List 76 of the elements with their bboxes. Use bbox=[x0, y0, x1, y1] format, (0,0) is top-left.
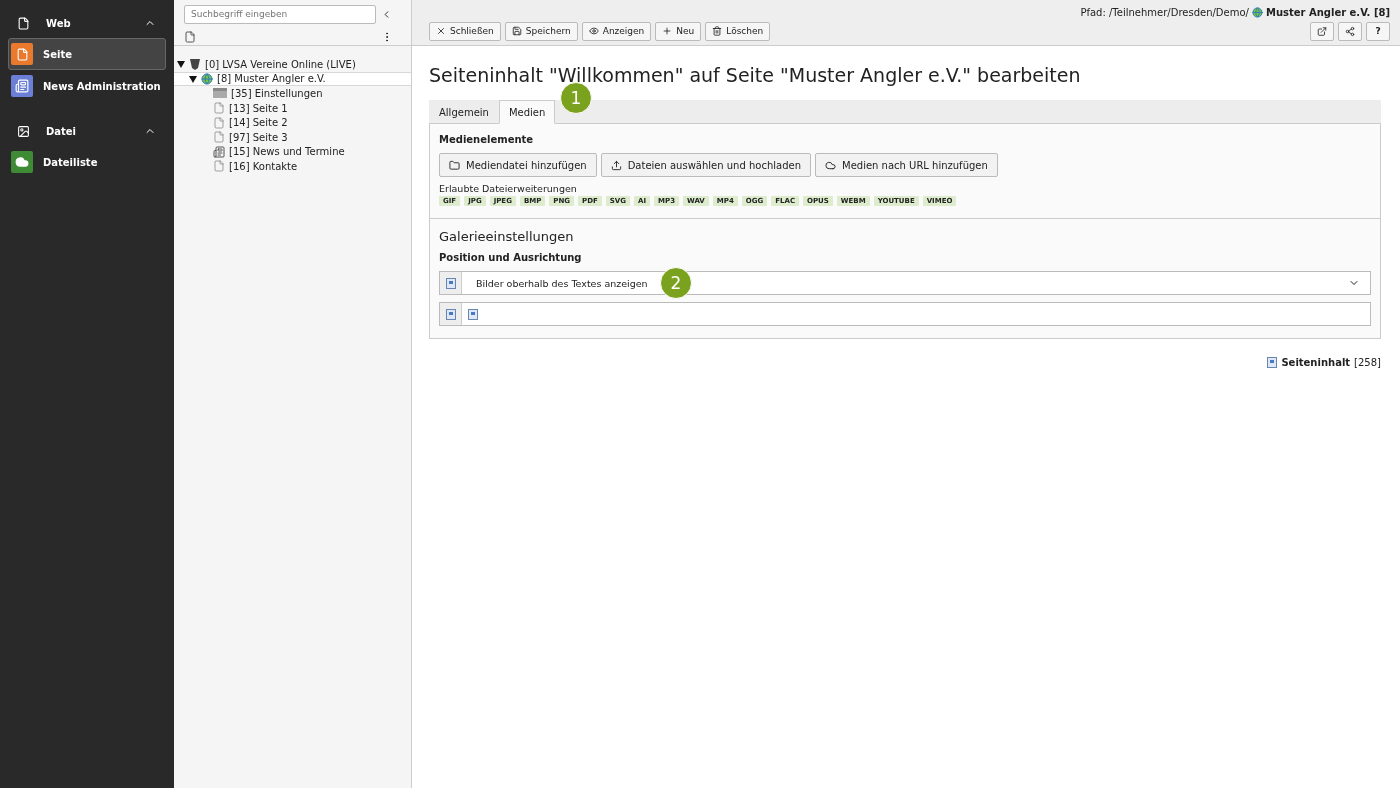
media-button[interactable]: Dateien auswählen und hochladen bbox=[600, 153, 811, 177]
module-item[interactable]: Seite bbox=[8, 38, 166, 70]
tree-item[interactable]: [0] LVSA Vereine Online (LIVE) bbox=[174, 57, 411, 72]
field-label: Erlaubte Dateierweiterungen bbox=[439, 183, 578, 194]
module-item-label: Dateiliste bbox=[43, 156, 98, 168]
toolbar-button[interactable]: Neu bbox=[655, 21, 702, 41]
tree-item[interactable]: [8] Muster Angler e.V. bbox=[174, 71, 411, 87]
tree-item[interactable]: [15] News und Termine bbox=[174, 144, 411, 160]
page-icon bbox=[213, 131, 225, 144]
page-icon bbox=[213, 102, 225, 115]
share-icon bbox=[1345, 25, 1355, 37]
cloud-icon bbox=[825, 159, 836, 171]
path-page: Muster Angler e.V. [8] bbox=[1265, 6, 1390, 18]
layout-icon bbox=[468, 308, 478, 320]
external-link-icon bbox=[1317, 25, 1327, 37]
module-group-header[interactable]: Web bbox=[0, 8, 174, 38]
section-heading: Galerieeinstellungen bbox=[439, 229, 575, 244]
toolbar-button[interactable]: Löschen bbox=[705, 21, 771, 41]
save-icon bbox=[511, 26, 522, 36]
shield-icon bbox=[189, 58, 201, 71]
globe-icon bbox=[1251, 6, 1263, 18]
globe-icon bbox=[201, 72, 213, 85]
expand-triangle-icon[interactable] bbox=[189, 74, 197, 83]
page-icon bbox=[213, 116, 225, 129]
tree-item-label: [15] News und Termine bbox=[229, 146, 345, 158]
page-icon bbox=[213, 160, 225, 173]
page-icon bbox=[17, 16, 30, 30]
tree-item-label: [13] Seite 1 bbox=[229, 102, 288, 114]
module-item[interactable]: News Administration bbox=[8, 70, 166, 102]
trash-icon bbox=[712, 26, 723, 36]
close-icon bbox=[436, 26, 446, 36]
callout-badge: 1 bbox=[560, 82, 592, 114]
layout-icon bbox=[445, 308, 456, 320]
tree-item-label: [8] Muster Angler e.V. bbox=[217, 73, 326, 85]
module-item-label: Seite bbox=[43, 48, 72, 60]
image-icon bbox=[17, 124, 30, 138]
module-group-label: Web bbox=[46, 17, 72, 29]
module-item[interactable]: Dateiliste bbox=[8, 146, 166, 178]
toolbar-icon-button[interactable] bbox=[1310, 21, 1334, 41]
plus-icon bbox=[662, 26, 673, 36]
section-heading: Medienelemente bbox=[439, 134, 535, 145]
tree-item-label: [16] Kontakte bbox=[229, 160, 298, 172]
tree-item-label: [35] Einstellungen bbox=[231, 88, 323, 99]
tree-item-label: [97] Seite 3 bbox=[229, 131, 288, 143]
expand-triangle-icon[interactable] bbox=[177, 60, 185, 69]
tab[interactable]: Allgemein bbox=[429, 100, 499, 124]
module-group-header[interactable]: Datei bbox=[0, 116, 174, 146]
newspaper-icon bbox=[213, 145, 225, 158]
tree-item[interactable]: [35] Einstellungen bbox=[174, 86, 411, 101]
new-page-icon[interactable] bbox=[184, 31, 196, 44]
tree-item[interactable]: [14] Seite 2 bbox=[174, 115, 411, 130]
tree-item-label: [14] Seite 2 bbox=[229, 117, 288, 129]
search-field[interactable]: Suchbegriff eingeben bbox=[184, 4, 376, 24]
tree-item[interactable]: [13] Seite 1 bbox=[174, 100, 411, 116]
eye-icon bbox=[588, 26, 599, 36]
record-label: Seiteninhalt bbox=[1281, 357, 1351, 368]
path-text: Pfad: /Teilnehmer/Dresden/Demo/ bbox=[1080, 6, 1249, 18]
upload-icon bbox=[610, 159, 622, 171]
module-group-label: Datei bbox=[46, 125, 78, 137]
toolbar-button[interactable]: Speichern bbox=[504, 21, 578, 41]
field-label: Position und Ausrichtung bbox=[439, 252, 583, 263]
tree-item[interactable]: [97] Seite 3 bbox=[174, 129, 411, 145]
toolbar-button[interactable]: Anzeigen bbox=[581, 21, 652, 41]
record-id: [258] bbox=[1354, 357, 1381, 368]
media-button[interactable]: Mediendatei hinzufügen bbox=[439, 153, 597, 177]
toolbar-button[interactable]: Schließen bbox=[429, 21, 501, 41]
tree-item[interactable]: [16] Kontakte bbox=[174, 159, 411, 174]
tree-item-label: [0] LVSA Vereine Online (LIVE) bbox=[205, 58, 356, 70]
content-element-icon bbox=[1267, 357, 1278, 368]
callout-badge: 2 bbox=[660, 267, 692, 299]
media-button[interactable]: Medien nach URL hinzufügen bbox=[815, 153, 998, 177]
help-button[interactable]: ? bbox=[1366, 21, 1390, 41]
tab[interactable]: Medien bbox=[498, 100, 556, 124]
module-item-label: News Administration bbox=[43, 80, 161, 92]
toolbar-icon-button[interactable] bbox=[1338, 21, 1362, 41]
layout-icon bbox=[445, 277, 456, 289]
